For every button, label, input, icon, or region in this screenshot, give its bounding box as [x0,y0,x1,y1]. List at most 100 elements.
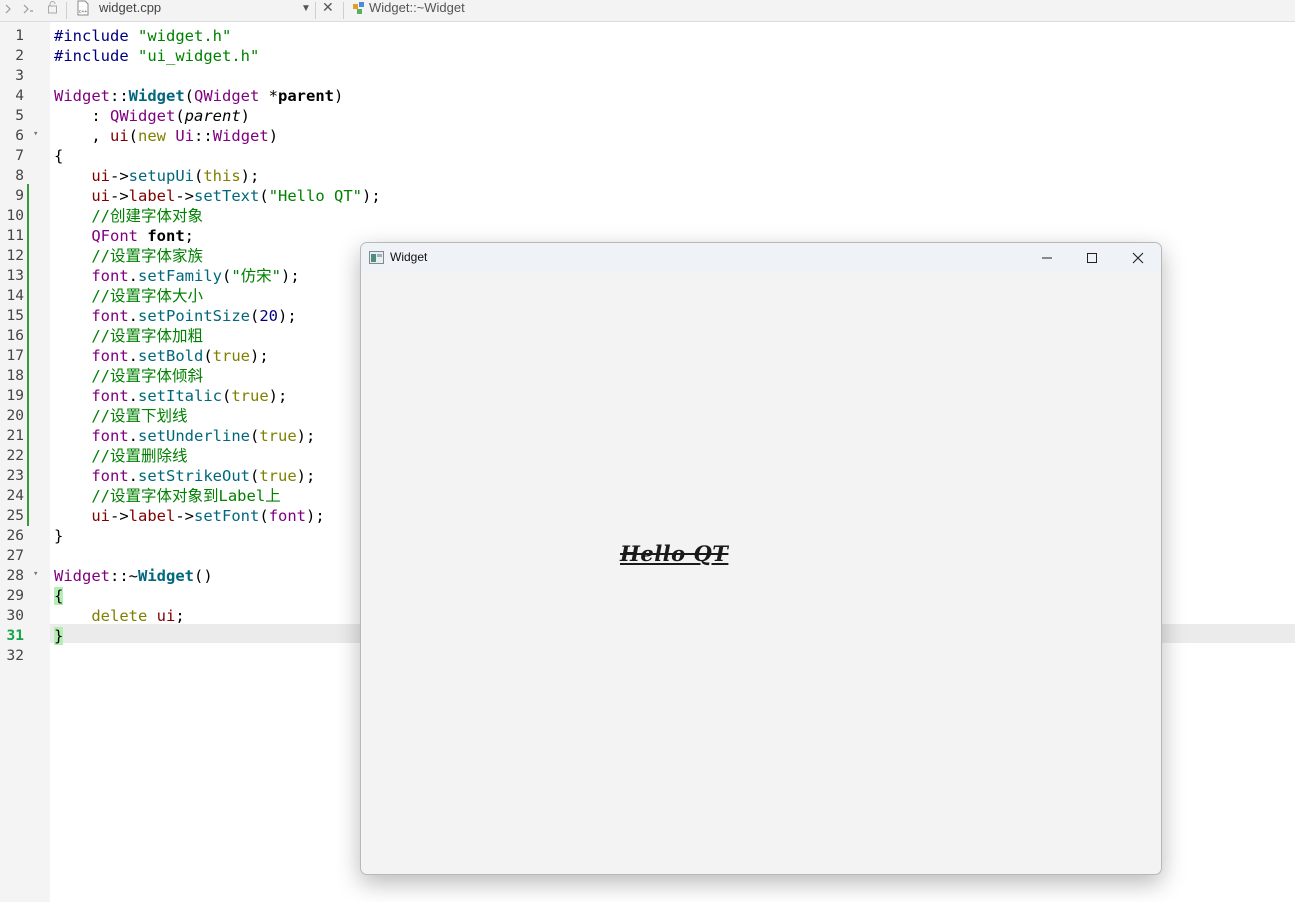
line-number: 20 [6,408,24,424]
code-line[interactable]: QFont font; [54,226,194,246]
code-line[interactable]: ui->label->setText("Hello QT"); [54,186,380,206]
forward-arrow-icon[interactable] [22,0,36,21]
line-number: 11 [6,228,24,244]
code-token: QFont [91,227,138,245]
code-line[interactable]: : QWidget(parent) [54,106,250,126]
code-line[interactable]: , ui(new Ui::Widget) [54,126,278,146]
code-token: ( [194,167,204,185]
code-token: "仿宋" [231,267,282,285]
code-line[interactable]: #include "widget.h" [54,26,231,46]
code-token: //设置字体对象到Label上 [91,487,281,505]
document-selector[interactable]: widget.cpp [99,0,161,16]
code-token: () [194,567,213,585]
code-line[interactable]: } [54,526,63,546]
code-token: ( [222,387,232,405]
code-token: ( [249,307,260,325]
class-function-icon [352,1,367,19]
code-line[interactable]: Widget::~Widget() [54,566,213,586]
line-number: 21 [6,428,24,444]
window-titlebar[interactable]: Widget [361,243,1161,273]
function-selector[interactable]: Widget::~Widget [369,0,465,16]
back-arrow-icon[interactable] [4,0,14,21]
code-line[interactable]: //设置字体家族 [54,246,203,266]
code-token: "Hello QT" [268,187,363,205]
code-token: ui [110,127,129,145]
maximize-icon[interactable] [1069,243,1115,273]
code-token: ); [306,507,325,525]
editor-toolbar: c++ widget.cpp ▼ ✕ Widget::~Widget [0,0,1295,22]
dropdown-icon[interactable]: ▼ [301,0,311,17]
code-token: ); [278,307,297,325]
toolbar-separator [66,2,67,19]
code-token: parent [184,107,241,125]
code-token: . [128,347,138,365]
code-line[interactable]: //设置字体对象到Label上 [54,486,281,506]
code-line[interactable]: Widget::Widget(QWidget *parent) [54,86,343,106]
code-line[interactable]: delete ui; [54,606,184,626]
code-token: true [212,347,250,365]
code-line[interactable]: #include "ui_widget.h" [54,46,259,66]
code-token: . [128,427,138,445]
code-line[interactable]: { [54,586,64,606]
line-number: 19 [6,388,24,404]
code-token: : [54,107,110,125]
code-line[interactable]: font.setItalic(true); [54,386,287,406]
close-icon[interactable] [1115,243,1161,273]
close-icon[interactable]: ✕ [322,0,334,16]
code-token: //创建字体对象 [91,207,203,225]
code-line[interactable]: //设置字体加粗 [54,326,203,346]
code-token: . [128,467,138,485]
code-line[interactable]: { [54,146,63,166]
code-token: font [147,227,185,245]
line-number: 18 [6,368,24,384]
code-token: } [54,527,64,545]
line-number: 3 [15,68,24,84]
minimize-icon[interactable] [1024,243,1070,273]
code-token: true [259,427,297,445]
code-line[interactable]: font.setUnderline(true); [54,426,315,446]
line-number: 27 [6,548,24,564]
code-line[interactable]: font.setBold(true); [54,346,269,366]
lock-icon[interactable] [47,0,59,21]
code-token: ); [281,267,300,285]
code-token: true [231,387,269,405]
code-line[interactable]: font.setPointSize(20); [54,306,297,326]
code-line[interactable]: font.setFamily("仿宋"); [54,266,300,286]
code-line[interactable]: font.setStrikeOut(true); [54,466,315,486]
code-line[interactable]: ui->label->setFont(font); [54,506,325,526]
code-token: new [138,127,167,145]
code-token: ); [296,467,316,485]
window-title: Widget [390,250,428,264]
code-token: setupUi [128,167,194,185]
code-line[interactable]: //设置删除线 [54,446,187,466]
code-token: ::~ [110,567,138,585]
code-line[interactable]: } [54,626,64,646]
code-token: setText [194,187,260,205]
code-line[interactable]: //创建字体对象 [54,206,203,226]
code-token: ( [259,187,269,205]
code-token: ( [259,507,269,525]
line-number: 1 [15,28,24,44]
line-number: 31 [6,628,24,644]
code-line[interactable]: //设置下划线 [54,406,187,426]
code-token: setFamily [138,267,222,285]
app-window[interactable]: Widget Hello QT [360,242,1162,875]
code-token: //设置字体倾斜 [91,367,203,385]
code-token: ; [184,227,195,245]
code-line[interactable]: //设置字体倾斜 [54,366,203,386]
fold-toggle-icon[interactable]: ▾ [33,124,38,144]
code-token: ui [156,607,176,625]
code-token: ); [250,347,269,365]
fold-toggle-icon[interactable]: ▾ [33,564,38,584]
code-token: true [259,467,297,485]
code-token: ( [184,87,195,105]
code-token: ( [222,267,232,285]
code-line[interactable]: //设置字体大小 [54,286,203,306]
code-line[interactable]: ui->setupUi(this); [54,166,259,186]
